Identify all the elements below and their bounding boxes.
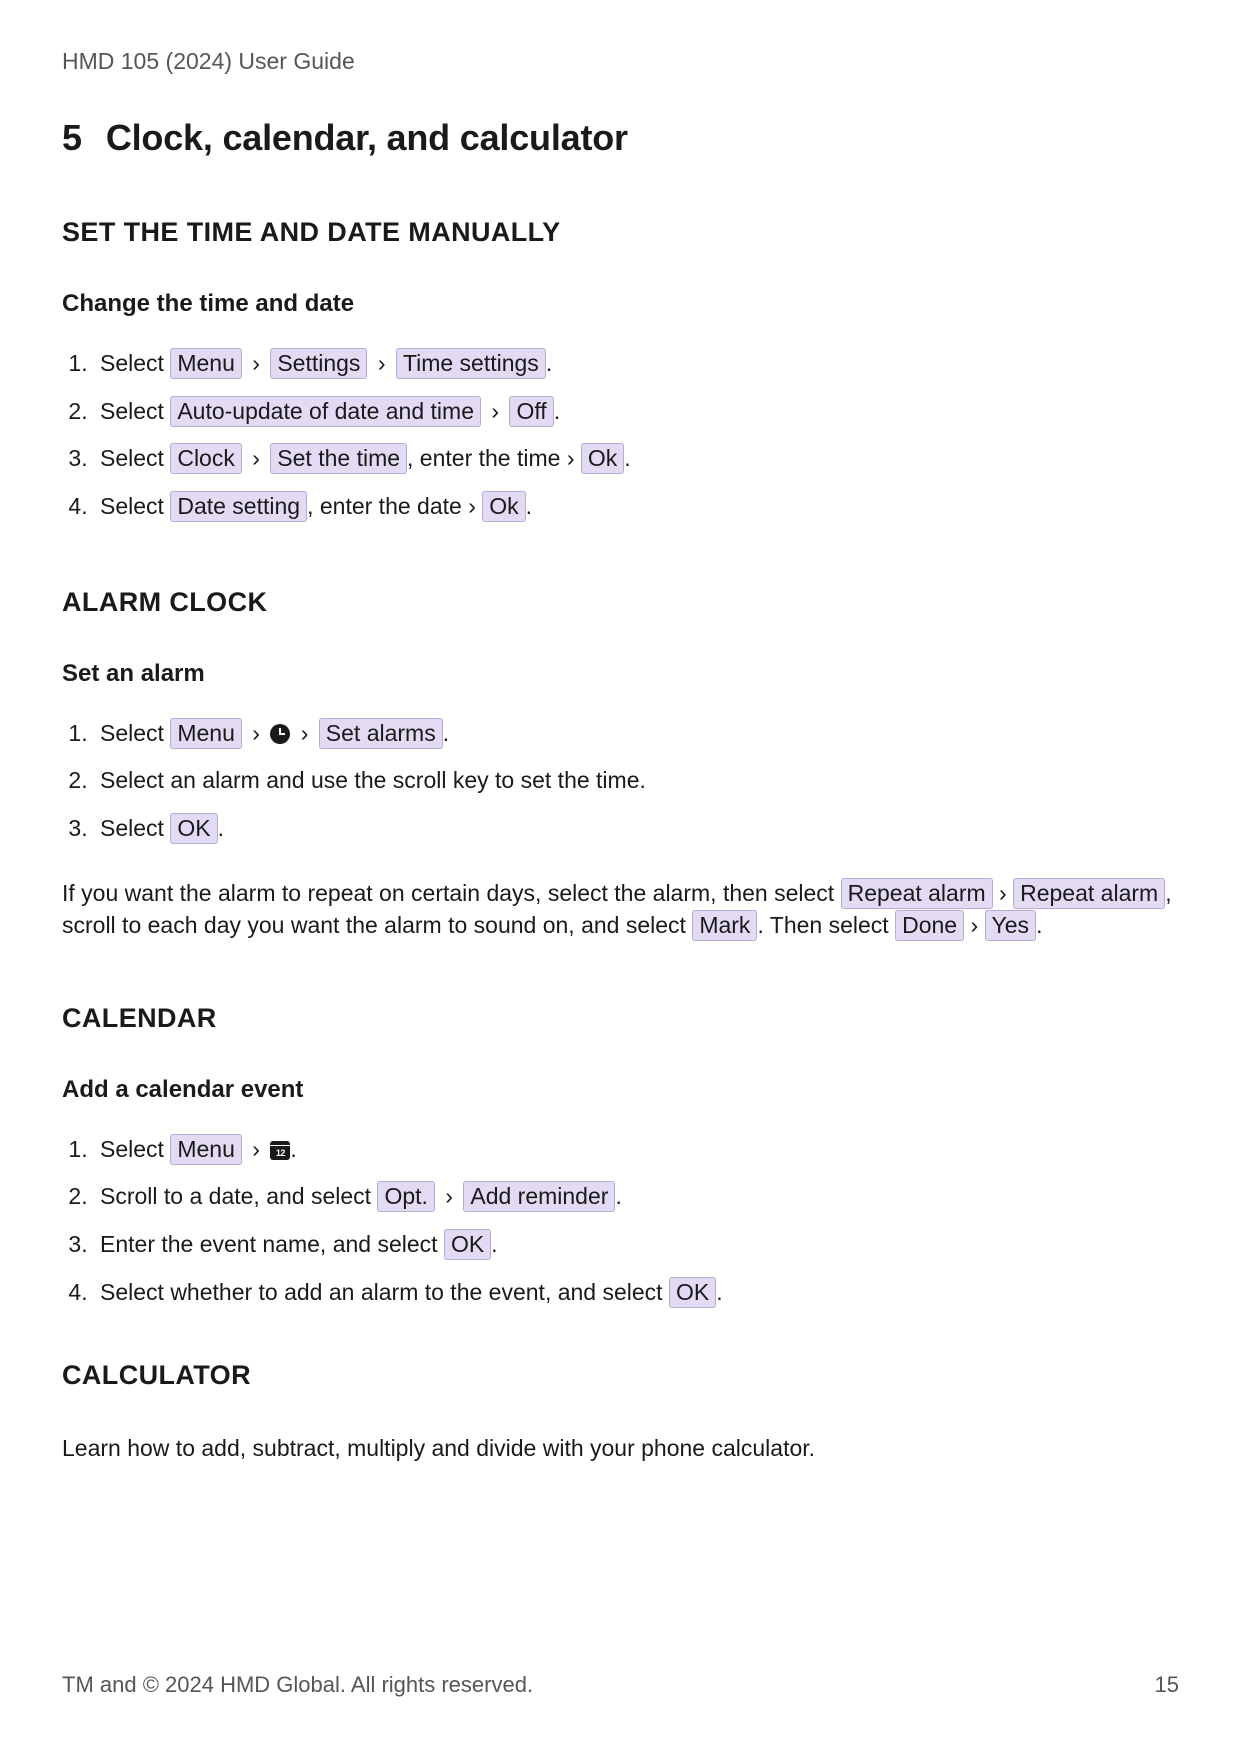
footer-copyright: TM and © 2024 HMD Global. All rights res… — [62, 1672, 533, 1698]
chevron-icon: › — [248, 346, 264, 382]
step-text: Select — [100, 398, 170, 424]
chevron-icon: › — [487, 394, 503, 430]
ui-label: Opt. — [377, 1181, 434, 1212]
step-text: . — [716, 1279, 722, 1305]
chevron-icon: › — [441, 1179, 457, 1215]
para-text: › — [964, 912, 984, 938]
step-text: . — [624, 445, 630, 471]
step-text: Select — [100, 445, 170, 471]
chevron-icon: › — [374, 346, 390, 382]
step-text: Select — [100, 350, 170, 376]
ui-label: Done — [895, 910, 964, 941]
ui-label: Repeat alarm — [1013, 878, 1165, 909]
step-item: Select Menu › . — [94, 1132, 1179, 1168]
step-text: Select — [100, 720, 170, 746]
step-text: . — [526, 493, 532, 519]
step-item: Select an alarm and use the scroll key t… — [94, 763, 1179, 799]
calendar-icon — [270, 1141, 290, 1160]
step-item: Select Menu › Settings › Time settings. — [94, 346, 1179, 382]
ui-label: Ok — [482, 491, 525, 522]
ui-label: OK — [669, 1277, 716, 1308]
step-item: Enter the event name, and select OK. — [94, 1227, 1179, 1263]
step-text: Select — [100, 815, 170, 841]
ui-label: Clock — [170, 443, 242, 474]
ui-label: Time settings — [396, 348, 546, 379]
chevron-icon: › — [248, 441, 264, 477]
ui-label: Menu — [170, 1134, 242, 1165]
ui-label: Add reminder — [463, 1181, 615, 1212]
chapter-title: Clock, calendar, and calculator — [106, 117, 628, 158]
step-text: Enter the event name, and select — [100, 1231, 444, 1257]
document-title: HMD 105 (2024) User Guide — [62, 48, 1179, 75]
step-text: . — [554, 398, 560, 424]
footer-page-number: 15 — [1155, 1672, 1179, 1698]
ui-label: Set alarms — [319, 718, 443, 749]
para-text: › — [993, 880, 1013, 906]
clock-icon — [270, 724, 290, 744]
section-heading-calculator: CALCULATOR — [62, 1360, 1179, 1391]
step-item: Scroll to a date, and select Opt. › Add … — [94, 1179, 1179, 1215]
ui-label: Auto-update of date and time — [170, 396, 481, 427]
step-text: Select — [100, 1136, 170, 1162]
chapter-heading: 5 Clock, calendar, and calculator — [62, 117, 1179, 159]
step-text: Select — [100, 493, 170, 519]
step-item: Select Auto-update of date and time › Of… — [94, 394, 1179, 430]
step-text: Select whether to add an alarm to the ev… — [100, 1279, 669, 1305]
ui-label: Settings — [270, 348, 367, 379]
ui-label: Ok — [581, 443, 624, 474]
ui-label: Mark — [692, 910, 757, 941]
step-text: . — [290, 1136, 296, 1162]
para-text: . — [1036, 912, 1042, 938]
step-text: . — [546, 350, 552, 376]
ui-label: OK — [170, 813, 217, 844]
chevron-icon: › — [248, 1132, 264, 1168]
ui-label: Yes — [985, 910, 1037, 941]
ui-label: Repeat alarm — [841, 878, 993, 909]
step-text: , enter the date › — [307, 493, 476, 519]
step-item: Select OK. — [94, 811, 1179, 847]
steps-add-event: Select Menu › . Scroll to a date, and se… — [62, 1132, 1179, 1311]
step-item: Select Clock › Set the time, enter the t… — [94, 441, 1179, 477]
subsection-set-alarm: Set an alarm — [62, 660, 1179, 688]
step-text: . — [218, 815, 224, 841]
chapter-number: 5 — [62, 117, 82, 159]
subsection-add-event: Add a calendar event — [62, 1076, 1179, 1104]
step-item: Select Menu › › Set alarms. — [94, 716, 1179, 752]
page-footer: TM and © 2024 HMD Global. All rights res… — [62, 1672, 1179, 1698]
chevron-icon: › — [248, 716, 264, 752]
step-text: . — [615, 1183, 621, 1209]
section-heading-calendar: CALENDAR — [62, 1003, 1179, 1034]
para-text: If you want the alarm to repeat on certa… — [62, 880, 841, 906]
steps-set-alarm: Select Menu › › Set alarms. Select an al… — [62, 716, 1179, 847]
ui-label: Off — [509, 396, 553, 427]
ui-label: Menu — [170, 718, 242, 749]
step-text: . — [491, 1231, 497, 1257]
ui-label: OK — [444, 1229, 491, 1260]
subsection-change-time-date: Change the time and date — [62, 290, 1179, 318]
step-text: , enter the time › — [407, 445, 574, 471]
section-heading-alarm: ALARM CLOCK — [62, 587, 1179, 618]
step-text: Scroll to a date, and select — [100, 1183, 377, 1209]
chevron-icon: › — [297, 716, 313, 752]
step-item: Select Date setting, enter the date › Ok… — [94, 489, 1179, 525]
alarm-repeat-paragraph: If you want the alarm to repeat on certa… — [62, 878, 1179, 940]
step-text: Select an alarm and use the scroll key t… — [100, 767, 646, 793]
step-text: . — [443, 720, 449, 746]
steps-change-time-date: Select Menu › Settings › Time settings. … — [62, 346, 1179, 525]
calculator-paragraph: Learn how to add, subtract, multiply and… — [62, 1433, 1179, 1464]
ui-label: Menu — [170, 348, 242, 379]
ui-label: Date setting — [170, 491, 307, 522]
step-item: Select whether to add an alarm to the ev… — [94, 1275, 1179, 1311]
ui-label: Set the time — [270, 443, 407, 474]
section-heading-time-date: SET THE TIME AND DATE MANUALLY — [62, 217, 1179, 248]
para-text: . Then select — [757, 912, 895, 938]
